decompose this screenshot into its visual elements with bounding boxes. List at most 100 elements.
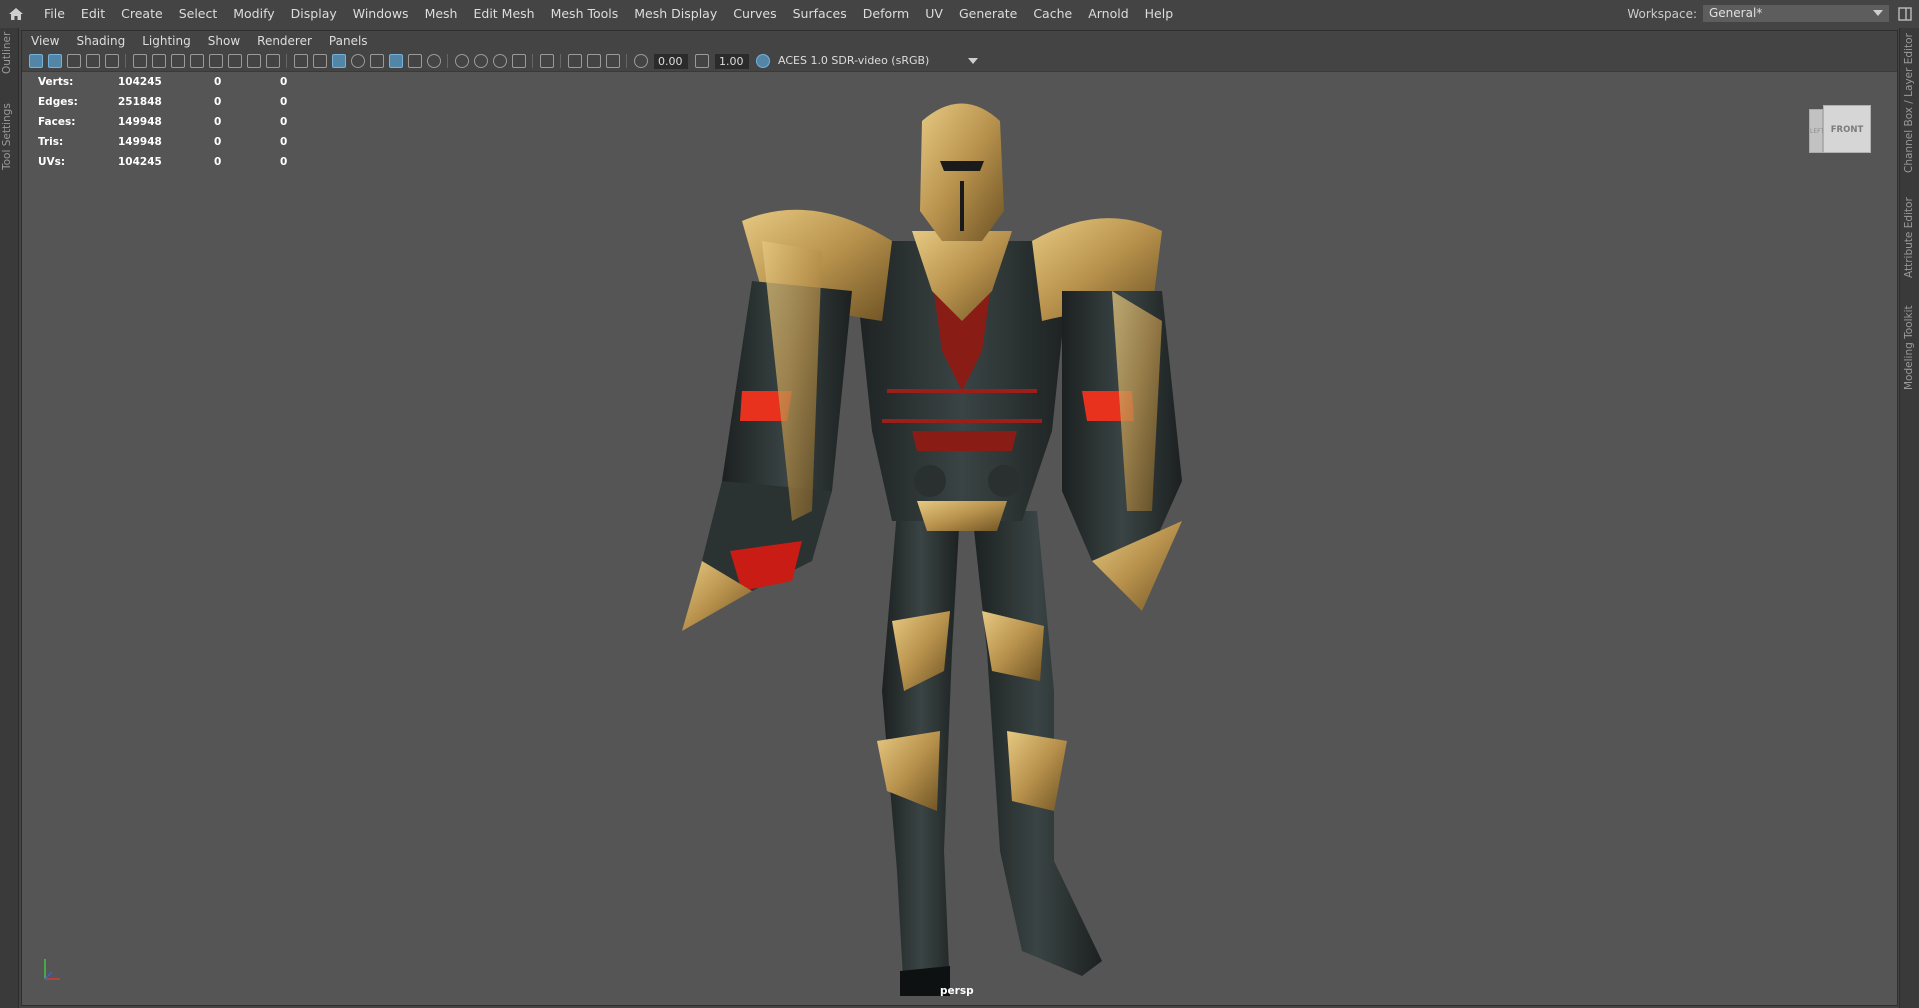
armored-knight-model[interactable] bbox=[682, 91, 1242, 1004]
menu-edit-mesh[interactable]: Edit Mesh bbox=[465, 0, 542, 27]
resolution-gate-icon[interactable] bbox=[189, 54, 204, 68]
menu-create[interactable]: Create bbox=[113, 0, 171, 27]
menu-uv[interactable]: UV bbox=[917, 0, 951, 27]
hud-value: 0 bbox=[214, 156, 222, 168]
hud-value: 251848 bbox=[118, 96, 162, 108]
hud-label: Edges: bbox=[38, 96, 78, 108]
view-cube-left[interactable]: LEFT bbox=[1809, 109, 1824, 153]
gamma-icon[interactable] bbox=[694, 54, 709, 68]
film-gate-icon[interactable] bbox=[170, 54, 185, 68]
maya-home-icon[interactable] bbox=[8, 6, 24, 22]
panel-menubar: View Shading Lighting Show Renderer Pane… bbox=[22, 31, 1897, 51]
shadows-icon[interactable] bbox=[426, 54, 441, 68]
view-transform-value: ACES 1.0 SDR-video (sRGB) bbox=[778, 54, 930, 67]
color-management-icon[interactable] bbox=[755, 54, 770, 68]
left-dock: Outliner Tool Settings bbox=[0, 28, 19, 1008]
menu-deform[interactable]: Deform bbox=[855, 0, 917, 27]
xray-icon[interactable] bbox=[567, 54, 582, 68]
hud-label: UVs: bbox=[38, 156, 66, 168]
menu-curves[interactable]: Curves bbox=[725, 0, 784, 27]
exposure-field[interactable]: 0.00 bbox=[654, 53, 688, 69]
tab-attribute-editor[interactable]: Attribute Editor bbox=[1903, 197, 1915, 278]
panel-menu-view[interactable]: View bbox=[22, 34, 67, 48]
panel-menu-renderer[interactable]: Renderer bbox=[248, 34, 320, 48]
grease-pencil-icon[interactable] bbox=[151, 54, 166, 68]
menu-mesh-display[interactable]: Mesh Display bbox=[626, 0, 725, 27]
hud-value: 104245 bbox=[118, 76, 162, 88]
depth-of-field-icon[interactable] bbox=[511, 54, 526, 68]
lights-icon[interactable] bbox=[407, 54, 422, 68]
menu-display[interactable]: Display bbox=[283, 0, 345, 27]
menu-help[interactable]: Help bbox=[1137, 0, 1182, 27]
hud-value: 104245 bbox=[118, 156, 162, 168]
hud-value: 0 bbox=[214, 76, 222, 88]
select-camera-icon[interactable] bbox=[28, 54, 43, 68]
hud-label: Faces: bbox=[38, 116, 76, 128]
workspace-dropdown[interactable]: General* bbox=[1703, 5, 1889, 22]
hud-label: Verts: bbox=[38, 76, 74, 88]
hud-value: 0 bbox=[280, 156, 288, 168]
menu-select[interactable]: Select bbox=[171, 0, 226, 27]
lock-camera-icon[interactable] bbox=[47, 54, 62, 68]
safe-action-icon[interactable] bbox=[246, 54, 261, 68]
panel-menu-panels[interactable]: Panels bbox=[320, 34, 376, 48]
menu-surfaces[interactable]: Surfaces bbox=[785, 0, 855, 27]
menu-edit[interactable]: Edit bbox=[73, 0, 113, 27]
hud-value: 0 bbox=[280, 76, 288, 88]
smooth-shade-icon[interactable] bbox=[331, 54, 346, 68]
panel-menu-shading[interactable]: Shading bbox=[67, 34, 133, 48]
viewport-panel[interactable]: View Shading Lighting Show Renderer Pane… bbox=[21, 30, 1898, 1006]
bookmark-icon[interactable] bbox=[66, 54, 81, 68]
hud-label: Tris: bbox=[38, 136, 64, 148]
menu-windows[interactable]: Windows bbox=[345, 0, 417, 27]
wireframe-icon[interactable] bbox=[312, 54, 327, 68]
camera-name-label: persp bbox=[940, 985, 974, 997]
menu-mesh[interactable]: Mesh bbox=[417, 0, 466, 27]
motion-blur-icon[interactable] bbox=[473, 54, 488, 68]
panel-toolbar: 0.00 1.00 ACES 1.0 SDR-video (sRGB) bbox=[22, 51, 1897, 72]
hud-value: 0 bbox=[214, 96, 222, 108]
hud-value: 0 bbox=[280, 136, 288, 148]
2d-pan-icon[interactable] bbox=[104, 54, 119, 68]
view-transform-dropdown[interactable]: ACES 1.0 SDR-video (sRGB) bbox=[774, 53, 984, 69]
menu-mesh-tools[interactable]: Mesh Tools bbox=[543, 0, 627, 27]
default-material-icon[interactable] bbox=[350, 54, 365, 68]
workspace-selector: Workspace: General* bbox=[1627, 0, 1919, 27]
exposure-icon[interactable] bbox=[633, 54, 648, 68]
chevron-down-icon bbox=[1873, 10, 1883, 16]
ambient-occlusion-icon[interactable] bbox=[454, 54, 469, 68]
menu-cache[interactable]: Cache bbox=[1025, 0, 1080, 27]
hud-value: 0 bbox=[280, 96, 288, 108]
gamma-field[interactable]: 1.00 bbox=[715, 53, 749, 69]
grid-icon[interactable] bbox=[293, 54, 308, 68]
gate-mask-icon[interactable] bbox=[208, 54, 223, 68]
workspace-value: General* bbox=[1709, 6, 1763, 20]
view-cube-front[interactable]: FRONT bbox=[1823, 105, 1871, 153]
xray-joints-icon[interactable] bbox=[605, 54, 620, 68]
anti-aliasing-icon[interactable] bbox=[492, 54, 507, 68]
hud-value: 0 bbox=[214, 136, 222, 148]
chevron-down-icon bbox=[968, 58, 978, 64]
textured-icon[interactable] bbox=[388, 54, 403, 68]
menu-arnold[interactable]: Arnold bbox=[1080, 0, 1136, 27]
panel-menu-show[interactable]: Show bbox=[199, 34, 248, 48]
menu-generate[interactable]: Generate bbox=[951, 0, 1025, 27]
tab-tool-settings[interactable]: Tool Settings bbox=[1, 103, 13, 170]
safe-title-icon[interactable] bbox=[265, 54, 280, 68]
layout-icon[interactable] bbox=[1897, 6, 1913, 22]
tab-modeling-toolkit[interactable]: Modeling Toolkit bbox=[1903, 305, 1915, 390]
xray-active-icon[interactable] bbox=[586, 54, 601, 68]
isolate-icon[interactable] bbox=[539, 54, 554, 68]
field-chart-icon[interactable] bbox=[227, 54, 242, 68]
camera-attributes-icon[interactable] bbox=[132, 54, 147, 68]
tab-channel-box[interactable]: Channel Box / Layer Editor bbox=[1903, 33, 1915, 173]
hud-value: 149948 bbox=[118, 116, 162, 128]
axis-gizmo-icon bbox=[40, 955, 70, 988]
panel-menu-lighting[interactable]: Lighting bbox=[133, 34, 199, 48]
menu-file[interactable]: File bbox=[36, 0, 73, 27]
menu-modify[interactable]: Modify bbox=[225, 0, 282, 27]
tab-outliner[interactable]: Outliner bbox=[1, 32, 13, 74]
hud-value: 0 bbox=[214, 116, 222, 128]
image-plane-icon[interactable] bbox=[85, 54, 100, 68]
wireframe-on-shaded-icon[interactable] bbox=[369, 54, 384, 68]
